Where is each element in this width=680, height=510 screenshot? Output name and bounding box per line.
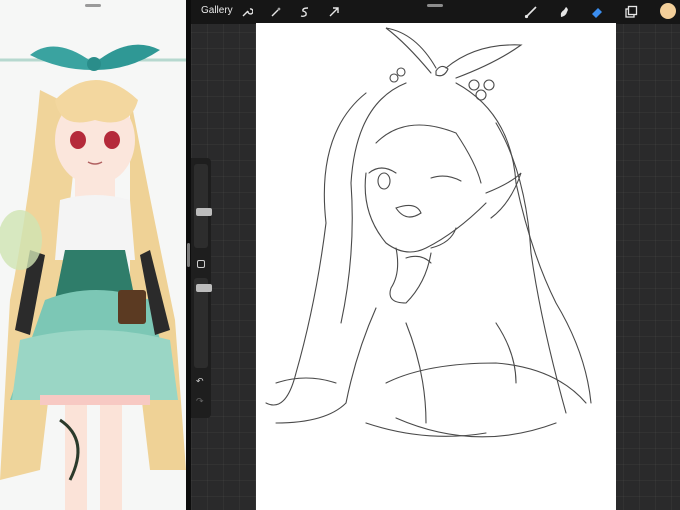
modify-button[interactable] bbox=[197, 260, 205, 268]
transform-arrow-icon[interactable] bbox=[325, 3, 343, 21]
top-toolbar: Gallery bbox=[191, 0, 680, 24]
selection-icon[interactable] bbox=[296, 3, 314, 21]
gallery-button[interactable]: Gallery bbox=[201, 5, 233, 16]
app-grabber[interactable] bbox=[427, 4, 443, 7]
divider-handle[interactable] bbox=[187, 243, 190, 267]
sketch-drawing bbox=[265, 27, 592, 438]
smudge-icon[interactable] bbox=[555, 3, 573, 21]
procreate-app: Gallery ↶ ↷ bbox=[191, 0, 680, 510]
color-picker-button[interactable] bbox=[660, 3, 676, 19]
side-toolbar: ↶ ↷ bbox=[191, 158, 212, 418]
brush-icon[interactable] bbox=[522, 3, 540, 21]
opacity-slider[interactable] bbox=[194, 278, 212, 368]
brush-size-knob[interactable] bbox=[196, 208, 212, 216]
wrench-icon[interactable] bbox=[238, 3, 256, 21]
reference-image-pane[interactable] bbox=[0, 0, 186, 510]
magic-wand-icon[interactable] bbox=[267, 3, 285, 21]
brush-size-slider[interactable] bbox=[194, 164, 212, 248]
layers-icon[interactable] bbox=[622, 3, 640, 21]
opacity-knob[interactable] bbox=[196, 284, 212, 292]
undo-icon[interactable]: ↶ bbox=[196, 376, 204, 387]
reference-illustration bbox=[0, 44, 186, 510]
drawing-canvas[interactable] bbox=[256, 23, 616, 510]
redo-icon[interactable]: ↷ bbox=[196, 396, 204, 407]
eraser-icon[interactable] bbox=[588, 3, 606, 21]
